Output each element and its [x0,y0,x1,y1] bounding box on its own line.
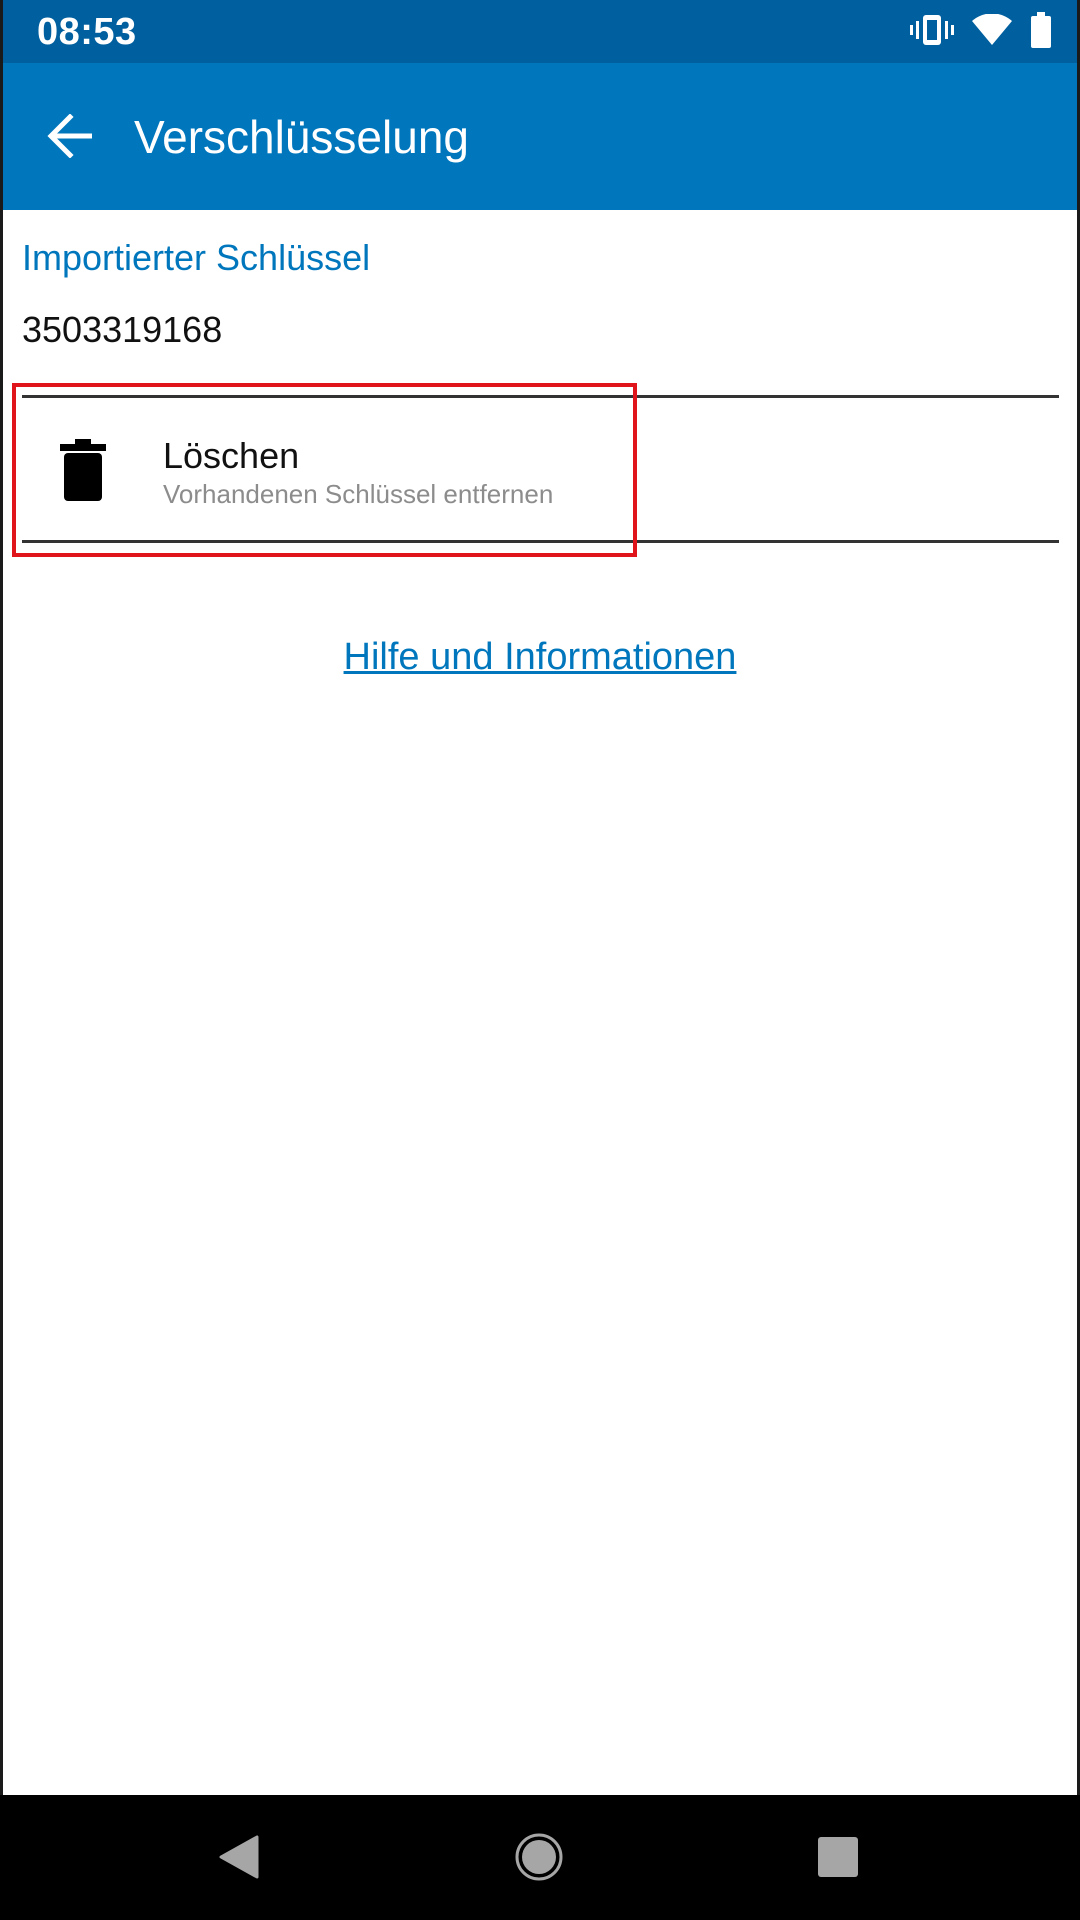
frame-edge-left [0,0,3,1795]
delete-title: Löschen [163,435,300,476]
nav-recents-icon [817,1836,859,1883]
system-nav-bar [0,1795,1080,1920]
vibrate-icon [910,13,954,52]
nav-back-icon [217,1833,261,1886]
back-button[interactable] [30,103,110,173]
nav-home-button[interactable] [507,1827,571,1891]
nav-home-icon [514,1832,564,1887]
delete-key-item[interactable]: Löschen Vorhandenen Schlüssel entfernen [22,399,1059,541]
trash-icon [58,439,108,501]
wifi-icon [972,12,1012,51]
status-time: 08:53 [37,11,137,53]
nav-recents-button[interactable] [806,1827,870,1891]
status-bar: 08:53 [0,0,1080,63]
section-header-imported-key: Importierter Schlüssel [22,237,371,278]
battery-icon [1030,11,1052,53]
arrow-back-icon [46,112,94,163]
app-bar: Verschlüsselung [0,63,1080,210]
status-icons [910,11,1052,53]
divider [22,540,1059,543]
nav-back-button[interactable] [207,1827,271,1891]
divider [22,395,1059,398]
imported-key-value: 3503319168 [22,309,223,350]
help-link[interactable]: Hilfe und Informationen [0,634,1080,680]
page-title: Verschlüsselung [134,111,469,163]
delete-subtitle: Vorhandenen Schlüssel entfernen [163,479,554,509]
